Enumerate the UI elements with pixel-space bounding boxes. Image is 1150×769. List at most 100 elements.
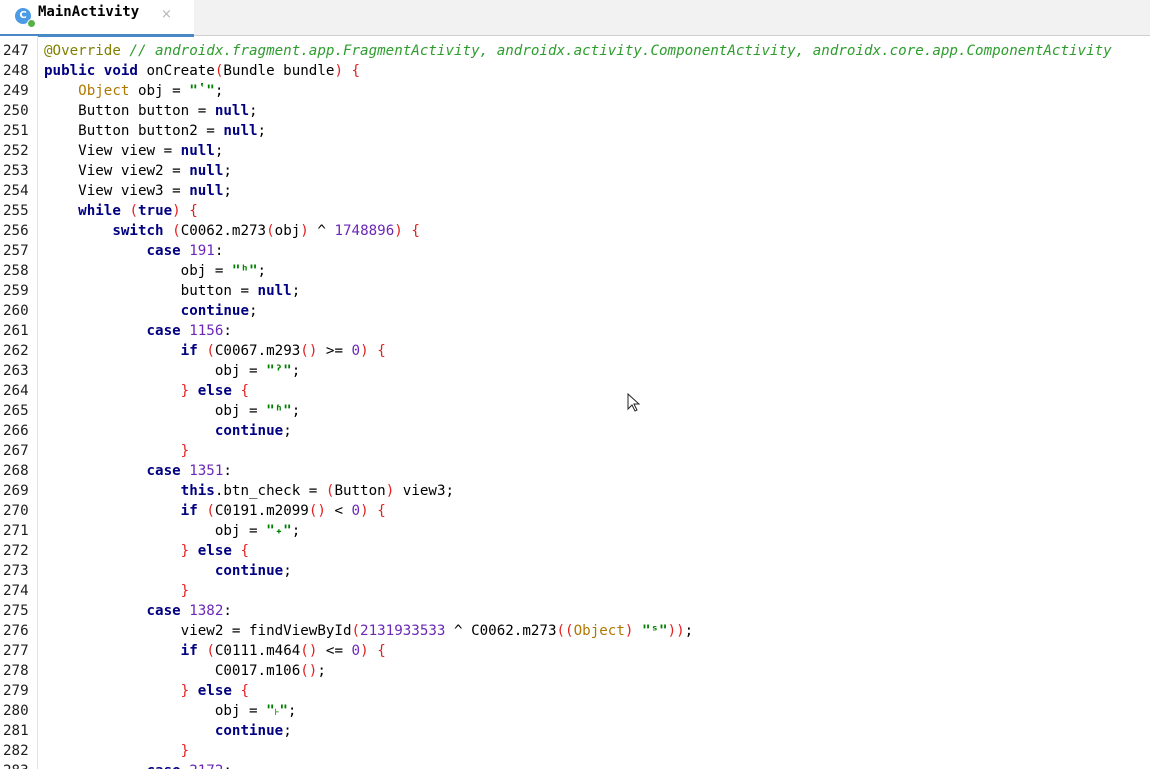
code-line[interactable]: }	[44, 581, 190, 601]
code-line[interactable]: }	[44, 441, 190, 461]
code-line[interactable]: continue;	[44, 561, 292, 581]
code-token: continue	[214, 563, 284, 579]
code-line[interactable]: C0017.m106();	[44, 661, 326, 681]
code-line[interactable]: continue;	[44, 421, 292, 441]
code-token: ;	[317, 663, 326, 679]
code-token: ;	[257, 263, 267, 279]
code-line[interactable]: View view3 = null;	[44, 181, 232, 201]
code-line[interactable]: View view2 = null;	[44, 161, 232, 181]
line-number: 274	[3, 583, 29, 599]
code-line[interactable]: Button button = null;	[44, 101, 257, 121]
code-token: obj =	[44, 703, 267, 719]
code-token: :	[223, 763, 232, 769]
code-token: :	[223, 603, 232, 619]
code-token: }	[180, 443, 190, 459]
code-line[interactable]: if (C0111.m464() <= 0) {	[44, 641, 386, 661]
close-icon[interactable]: ×	[161, 7, 172, 22]
code-line[interactable]: if (C0067.m293() >= 0) {	[44, 341, 386, 361]
code-line[interactable]: case 1156:	[44, 321, 232, 341]
code-line[interactable]: case 2172:	[44, 761, 232, 769]
code-line[interactable]: View view = null;	[44, 141, 223, 161]
code-line[interactable]: case 191:	[44, 241, 224, 261]
code-editor[interactable]: 247 248 249 250 251 252 253 254 255 256 257 258 259 2…	[0, 36, 1150, 769]
code-token: 2131933533	[360, 623, 446, 639]
code-token: ;	[214, 143, 224, 159]
code-token: (	[206, 343, 215, 359]
code-line[interactable]: obj = "ʰ";	[44, 261, 266, 281]
code-token: )	[334, 63, 343, 79]
code-line[interactable]: obj = "ˀ";	[44, 361, 300, 381]
code-line[interactable]: } else {	[44, 541, 249, 561]
code-line[interactable]: obj = "ʱ";	[44, 401, 300, 421]
code-token: case	[146, 603, 181, 619]
code-token: ()	[300, 663, 318, 679]
code-line[interactable]: this.btn_check = (Button) view3;	[44, 481, 454, 501]
code-token: ;	[684, 623, 694, 639]
code-line[interactable]: @Override // androidx.fragment.app.Fragm…	[44, 41, 1112, 61]
code-line[interactable]: Object obj = "ʽ";	[44, 81, 223, 101]
code-token: if	[180, 343, 198, 359]
code-line[interactable]: continue;	[44, 301, 258, 321]
tab-main-activity[interactable]: C MainActivity ×	[0, 0, 194, 37]
code-line[interactable]: continue;	[44, 721, 292, 741]
code-line[interactable]: public void onCreate(Bundle bundle) {	[44, 61, 360, 81]
code-token: }	[180, 743, 190, 759]
code-line[interactable]: view2 = findViewById(2131933533 ^ C0062.…	[44, 621, 694, 641]
code-token: "ˢ"	[641, 623, 668, 639]
code-token: ;	[223, 163, 232, 179]
partial-code-line: / …	[44, 36, 70, 40]
code-line[interactable]: button = null;	[44, 281, 301, 301]
code-line[interactable]: obj = "˖";	[44, 521, 300, 541]
code-token: ^ C0062.m273	[445, 623, 557, 639]
code-line[interactable]: case 1351:	[44, 461, 232, 481]
code-token: Button button2 =	[44, 123, 224, 139]
code-line[interactable]: Button button2 = null;	[44, 121, 266, 141]
line-number: 272	[3, 543, 29, 559]
code-token: 0	[351, 643, 361, 659]
code-token: // androidx.fragment.app.FragmentActivit…	[129, 43, 1112, 59]
code-line[interactable]: }	[44, 741, 190, 761]
code-token: "ˀ"	[266, 363, 292, 379]
code-token: 1382	[189, 603, 224, 619]
code-token: @Override	[44, 43, 121, 59]
code-token: C0067.m293	[214, 343, 301, 359]
code-token: ;	[291, 403, 301, 419]
code-token: while	[78, 203, 121, 219]
code-token: C0017.m106	[44, 663, 301, 679]
line-number: 263	[3, 363, 29, 379]
code-line[interactable]: while (true) {	[44, 201, 198, 221]
code-token: {	[411, 223, 420, 239]
code-token: void	[103, 63, 138, 79]
code-line[interactable]: } else {	[44, 381, 249, 401]
code-token: {	[240, 683, 250, 699]
code-token: "˖"	[266, 523, 292, 539]
code-token: ;	[283, 723, 292, 739]
code-line[interactable]: if (C0191.m2099() < 0) {	[44, 501, 386, 521]
code-token: "ʱ"	[266, 403, 292, 419]
code-token: case	[147, 763, 181, 769]
code-token: 0	[351, 343, 361, 359]
code-line[interactable]: } else {	[44, 681, 249, 701]
line-number: 260	[3, 303, 29, 319]
code-line[interactable]: case 1382:	[44, 601, 232, 621]
code-line[interactable]: obj = "˫";	[44, 701, 297, 721]
code-token: ;	[287, 703, 297, 719]
code-token: ;	[214, 83, 224, 99]
code-token: ;	[291, 523, 301, 539]
code-line[interactable]: switch (C0062.m273(obj) ^ 1748896) {	[44, 221, 420, 241]
code-token: (	[129, 203, 138, 219]
code-area[interactable]: / … @Override // androidx.fragment.app.F…	[44, 36, 1150, 769]
code-token: View view =	[44, 143, 181, 159]
